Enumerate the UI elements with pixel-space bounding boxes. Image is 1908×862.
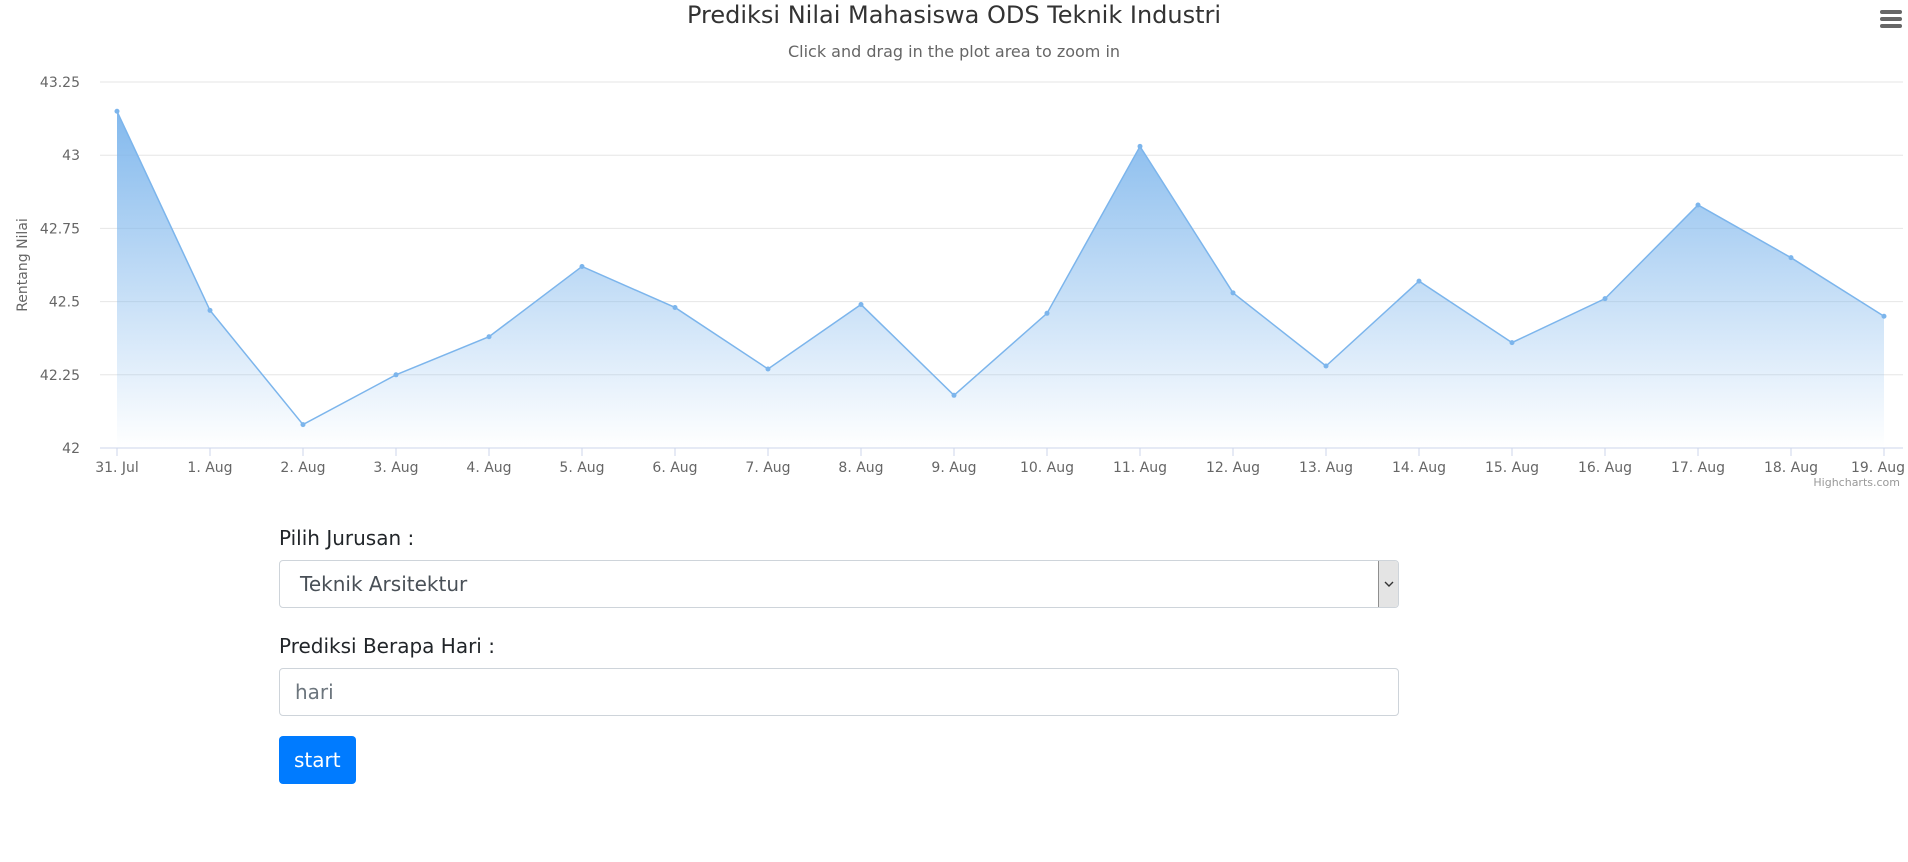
x-tick-label: 8. Aug <box>838 460 883 476</box>
data-point <box>1137 143 1143 149</box>
x-tick-label: 12. Aug <box>1206 460 1260 476</box>
data-point <box>1602 296 1608 302</box>
x-tick-label: 18. Aug <box>1764 460 1818 476</box>
x-tick-label: 31. Jul <box>95 460 139 476</box>
prediction-form: Pilih Jurusan : Teknik Arsitektur Predik… <box>279 524 1399 784</box>
x-tick-label: 4. Aug <box>466 460 511 476</box>
jurusan-label: Pilih Jurusan : <box>279 526 415 550</box>
x-tick-label: 10. Aug <box>1020 460 1074 476</box>
data-point <box>1788 255 1794 261</box>
data-point <box>951 392 957 398</box>
x-tick-label: 1. Aug <box>187 460 232 476</box>
data-point <box>858 302 864 308</box>
data-point <box>765 366 771 372</box>
x-tick-label: 9. Aug <box>931 460 976 476</box>
y-axis-title: Rentang Nilai <box>15 218 31 312</box>
x-tick-label: 11. Aug <box>1113 460 1167 476</box>
chevron-down-icon[interactable] <box>1378 561 1398 607</box>
data-point <box>672 304 678 310</box>
y-tick-label: 43 <box>62 148 80 164</box>
data-point <box>1509 340 1515 346</box>
data-point <box>1323 363 1329 369</box>
x-tick-label: 14. Aug <box>1392 460 1446 476</box>
hamburger-menu-icon[interactable] <box>1880 10 1902 32</box>
chart-plot[interactable]: 42 42.25 42.5 42.75 43 43.25 31. Jul 1. Aug 2. A… <box>0 0 1908 500</box>
data-point <box>486 334 492 340</box>
data-point <box>393 372 399 378</box>
x-tick-label: 7. Aug <box>745 460 790 476</box>
x-tick-label: 16. Aug <box>1578 460 1632 476</box>
data-point <box>114 108 120 114</box>
start-button[interactable]: start <box>279 736 356 784</box>
data-point <box>1044 310 1050 316</box>
y-tick-label: 43.25 <box>40 75 80 91</box>
data-point <box>1230 290 1236 296</box>
hari-input[interactable] <box>279 668 1399 716</box>
y-tick-label: 42.75 <box>40 221 80 237</box>
hari-label: Prediksi Berapa Hari : <box>279 634 495 658</box>
x-tick-label: 3. Aug <box>373 460 418 476</box>
x-tick-label: 2. Aug <box>280 460 325 476</box>
data-point <box>1695 202 1701 208</box>
jurusan-select[interactable]: Teknik Arsitektur <box>279 560 1399 608</box>
x-tick-label: 6. Aug <box>652 460 697 476</box>
x-tick-label: 15. Aug <box>1485 460 1539 476</box>
data-point <box>1881 313 1887 319</box>
jurusan-selected-value: Teknik Arsitektur <box>300 572 468 596</box>
data-point <box>300 422 306 428</box>
x-tick-label: 19. Aug <box>1851 460 1905 476</box>
x-tick-label: 5. Aug <box>559 460 604 476</box>
data-point <box>579 263 585 269</box>
data-point <box>1416 278 1422 284</box>
data-point <box>207 307 213 313</box>
y-tick-label: 42.25 <box>40 368 80 384</box>
x-tick-label: 13. Aug <box>1299 460 1353 476</box>
credits-link[interactable]: Highcharts.com <box>1813 476 1900 489</box>
x-tick-label: 17. Aug <box>1671 460 1725 476</box>
area-fill <box>117 111 1884 448</box>
chart-container[interactable]: Prediksi Nilai Mahasiswa ODS Teknik Indu… <box>0 0 1908 500</box>
y-tick-label: 42.5 <box>49 295 80 311</box>
y-tick-label: 42 <box>62 441 80 457</box>
